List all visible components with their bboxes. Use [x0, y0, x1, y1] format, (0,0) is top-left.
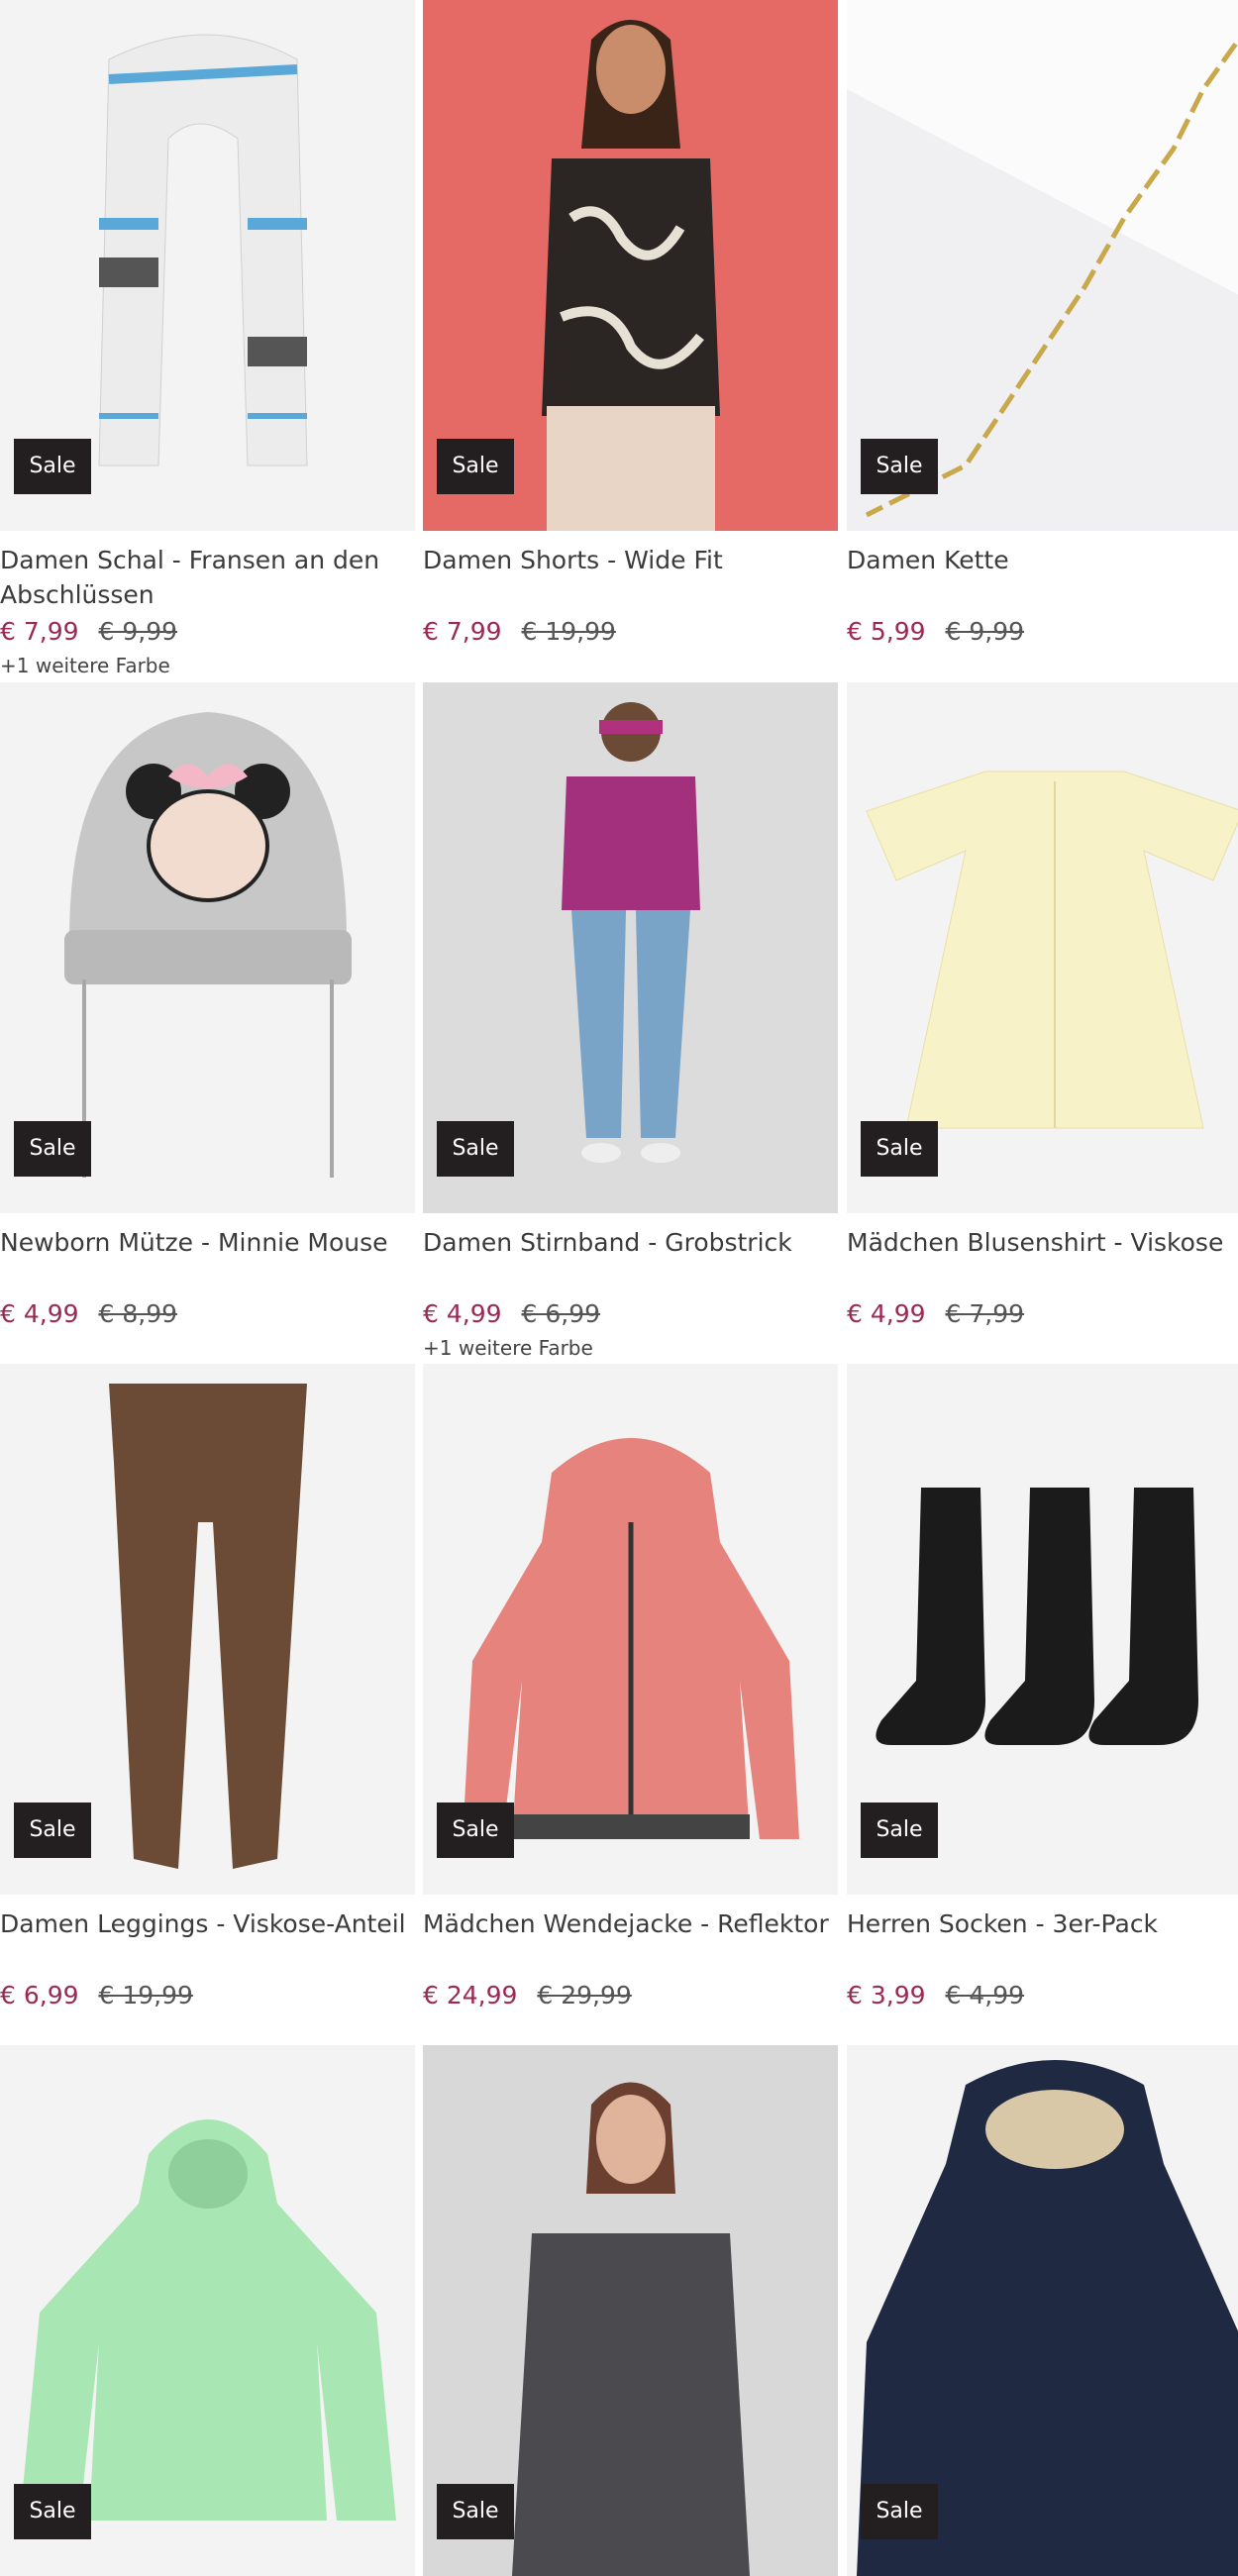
product-image[interactable]: Sale — [423, 0, 838, 531]
original-price: € 8,99 — [98, 1299, 178, 1328]
original-price: € 29,99 — [537, 1981, 632, 2009]
product-title[interactable]: Damen Kette — [847, 543, 1238, 612]
sale-badge: Sale — [437, 1803, 514, 1858]
product-card[interactable]: Sale — [0, 2045, 415, 2576]
sale-badge: Sale — [861, 1121, 938, 1177]
original-price: € 4,99 — [945, 1981, 1025, 2009]
sale-price: € 24,99 — [423, 1981, 518, 2009]
product-image[interactable]: Sale — [847, 1364, 1238, 1895]
product-card[interactable]: Sale Damen Leggings - Viskose-Anteil € 6… — [0, 1364, 415, 2017]
price-row: € 7,99 € 9,99 — [0, 612, 415, 652]
sale-badge: Sale — [437, 439, 514, 494]
product-card[interactable]: Sale Damen Shorts - Wide Fit € 7,99 € 19… — [423, 0, 838, 654]
product-card[interactable]: Sale Damen Kette € 5,99 € 9,99 — [847, 0, 1238, 654]
product-title[interactable]: Newborn Mütze - Minnie Mouse — [0, 1225, 415, 1294]
more-colors-link[interactable]: +1 weitere Farbe — [0, 654, 415, 677]
price-row: € 6,99 € 19,99 — [0, 1976, 415, 2015]
sale-price: € 4,99 — [0, 1299, 79, 1328]
product-title[interactable]: Damen Shorts - Wide Fit — [423, 543, 838, 612]
product-card[interactable]: Sale — [423, 2045, 838, 2576]
product-image[interactable]: Sale — [847, 0, 1238, 531]
product-card[interactable]: Sale Mädchen Blusenshirt - Viskose € 4,9… — [847, 682, 1238, 1336]
product-image[interactable]: Sale — [0, 1364, 415, 1895]
product-card[interactable]: Sale Damen Stirnband - Grobstrick € 4,99… — [423, 682, 838, 1360]
product-image[interactable]: Sale — [0, 682, 415, 1213]
original-price: € 9,99 — [98, 617, 178, 646]
product-image[interactable]: Sale — [423, 2045, 838, 2576]
original-price: € 7,99 — [945, 1299, 1025, 1328]
sale-badge: Sale — [14, 2484, 91, 2539]
product-title[interactable]: Damen Schal - Fransen an den Abschlüssen — [0, 543, 415, 612]
price-row: € 4,99 € 6,99 — [423, 1294, 838, 1334]
product-title[interactable]: Herren Socken - 3er-Pack — [847, 1906, 1238, 1976]
sale-price: € 4,99 — [847, 1299, 926, 1328]
product-title[interactable]: Damen Stirnband - Grobstrick — [423, 1225, 838, 1294]
product-image[interactable]: Sale — [423, 682, 838, 1213]
sale-badge: Sale — [861, 439, 938, 494]
sale-price: € 7,99 — [0, 617, 79, 646]
price-row: € 4,99 € 7,99 — [847, 1294, 1238, 1334]
product-image[interactable]: Sale — [0, 2045, 415, 2576]
product-image[interactable]: Sale — [847, 2045, 1238, 2576]
product-card[interactable]: Sale Newborn Mütze - Minnie Mouse € 4,99… — [0, 682, 415, 1336]
product-card[interactable]: Sale — [847, 2045, 1238, 2576]
sale-price: € 6,99 — [0, 1981, 79, 2009]
price-row: € 3,99 € 4,99 — [847, 1976, 1238, 2015]
sale-badge: Sale — [437, 2484, 514, 2539]
price-row: € 4,99 € 8,99 — [0, 1294, 415, 1334]
product-title[interactable]: Mädchen Blusenshirt - Viskose — [847, 1225, 1238, 1294]
sale-badge: Sale — [14, 1803, 91, 1858]
sale-badge: Sale — [14, 1121, 91, 1177]
sale-price: € 7,99 — [423, 617, 502, 646]
product-card[interactable]: Sale Herren Socken - 3er-Pack € 3,99 € 4… — [847, 1364, 1238, 2017]
price-row: € 24,99 € 29,99 — [423, 1976, 838, 2015]
original-price: € 9,99 — [945, 617, 1025, 646]
product-image[interactable]: Sale — [0, 0, 415, 531]
sale-price: € 5,99 — [847, 617, 926, 646]
product-title[interactable]: Damen Leggings - Viskose-Anteil — [0, 1906, 415, 1976]
product-card[interactable]: Sale Damen Schal - Fransen an den Abschl… — [0, 0, 415, 677]
product-grid: Sale Damen Schal - Fransen an den Abschl… — [0, 0, 1238, 2576]
sale-badge: Sale — [861, 1803, 938, 1858]
price-row: € 5,99 € 9,99 — [847, 612, 1238, 652]
product-image[interactable]: Sale — [423, 1364, 838, 1895]
sale-badge: Sale — [14, 439, 91, 494]
price-row: € 7,99 € 19,99 — [423, 612, 838, 652]
original-price: € 19,99 — [521, 617, 616, 646]
sale-badge: Sale — [437, 1121, 514, 1177]
sale-price: € 3,99 — [847, 1981, 926, 2009]
original-price: € 6,99 — [521, 1299, 601, 1328]
product-image[interactable]: Sale — [847, 682, 1238, 1213]
more-colors-link[interactable]: +1 weitere Farbe — [423, 1336, 838, 1360]
original-price: € 19,99 — [98, 1981, 193, 2009]
sale-price: € 4,99 — [423, 1299, 502, 1328]
sale-badge: Sale — [861, 2484, 938, 2539]
product-card[interactable]: Sale Mädchen Wendejacke - Reflektor € 24… — [423, 1364, 838, 2017]
product-title[interactable]: Mädchen Wendejacke - Reflektor — [423, 1906, 838, 1976]
